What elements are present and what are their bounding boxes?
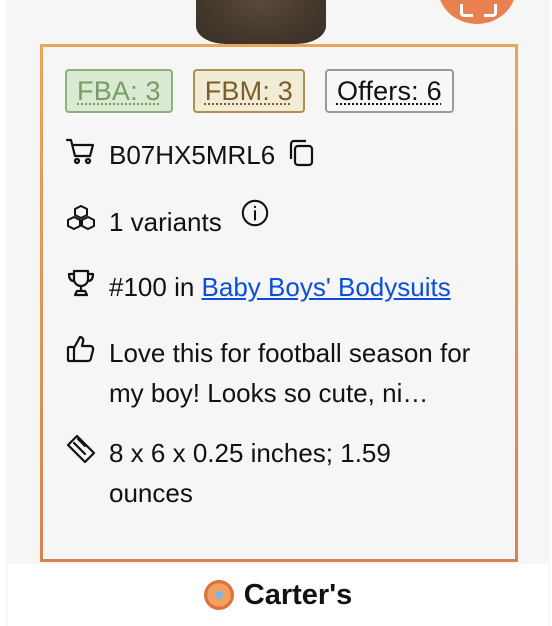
brand-logo-icon xyxy=(203,580,234,610)
fbm-badge[interactable]: FBM: 3 xyxy=(192,69,305,113)
fba-badge[interactable]: FBA: 3 xyxy=(65,69,173,113)
brand-name: Carter's xyxy=(243,578,353,611)
copy-icon[interactable] xyxy=(285,137,317,169)
rank-category-link[interactable]: Baby Boys' Bodysuits xyxy=(202,272,451,302)
thumbs-up-icon xyxy=(65,333,99,367)
badge-group: FBA: 3 FBM: 3 Offers: 6 xyxy=(65,69,454,113)
trophy-icon xyxy=(65,267,99,301)
variants-count: 1 variants xyxy=(109,207,222,237)
rank-prefix: #100 in xyxy=(109,272,202,302)
brand-strip[interactable]: Carter's xyxy=(8,564,548,626)
product-info-card: FBA: 3 FBM: 3 Offers: 6 B07HX5MRL6 1 var… xyxy=(40,44,518,562)
offers-badge[interactable]: Offers: 6 xyxy=(324,69,454,113)
product-image[interactable] xyxy=(196,0,326,44)
review-snippet: Love this for football season for my boy… xyxy=(109,338,471,408)
ruler-icon xyxy=(65,433,99,467)
info-icon[interactable] xyxy=(240,198,270,228)
rank-row: #100 in Baby Boys' Bodysuits xyxy=(65,267,451,307)
dimensions-row: 8 x 6 x 0.25 inches; 1.59 ounces xyxy=(65,433,495,513)
fba-badge-label: FBA: 3 xyxy=(77,75,161,106)
cubes-icon xyxy=(65,202,99,236)
asin-value: B07HX5MRL6 xyxy=(109,140,276,170)
dimensions-value: 8 x 6 x 0.25 inches; 1.59 ounces xyxy=(109,438,391,508)
offers-badge-label: Offers: 6 xyxy=(336,75,442,106)
asin-row: B07HX5MRL6 xyxy=(65,135,317,175)
fbm-badge-label: FBM: 3 xyxy=(204,75,293,106)
variants-row: 1 variants xyxy=(65,199,270,242)
sales-rank: #100 in Baby Boys' Bodysuits xyxy=(109,267,451,307)
review-row: Love this for football season for my boy… xyxy=(65,333,495,413)
cart-icon xyxy=(65,135,99,169)
